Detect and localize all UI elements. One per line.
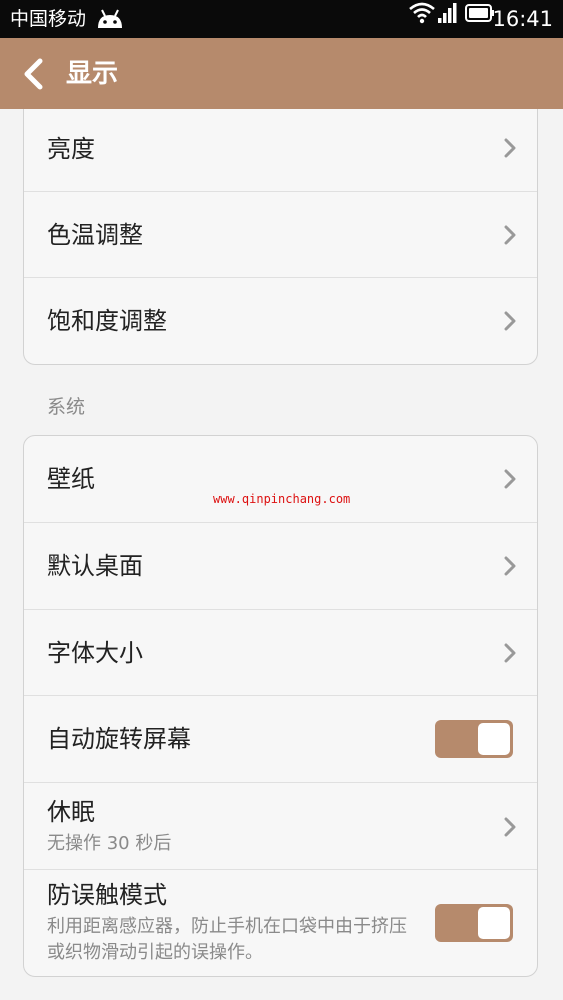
settings-item-label: 字体大小 xyxy=(47,639,143,667)
settings-item-auto-rotate: 自动旋转屏幕 xyxy=(24,695,537,782)
settings-item-label: 自动旋转屏幕 xyxy=(47,725,191,753)
chevron-right-icon xyxy=(504,556,516,576)
settings-item-color-temperature[interactable]: 色温调整 xyxy=(24,191,537,277)
settings-item-label: 休眠 xyxy=(47,798,95,826)
toggle-knob xyxy=(478,723,510,755)
display-settings-group: 亮度 色温调整 饱和度调整 xyxy=(23,109,538,365)
android-icon xyxy=(98,9,122,28)
signal-icon xyxy=(438,3,457,23)
settings-item-subtitle: 无操作 30 秒后 xyxy=(47,833,172,854)
chevron-right-icon xyxy=(504,138,516,158)
settings-item-subtitle: 利用距离感应器，防止手机在口袋中由于挤压或织物滑动引起的误操作。 xyxy=(47,916,407,963)
chevron-right-icon xyxy=(504,311,516,331)
toggle-knob xyxy=(478,907,510,939)
chevron-right-icon xyxy=(504,817,516,837)
back-arrow-icon[interactable] xyxy=(20,58,46,90)
settings-item-label: 色温调整 xyxy=(47,221,143,249)
settings-item-anti-mistouch: 防误触模式 利用距离感应器，防止手机在口袋中由于挤压或织物滑动引起的误操作。 xyxy=(24,869,537,976)
settings-item-label: 亮度 xyxy=(47,135,95,163)
status-bar: 中国移动 16:41 xyxy=(0,0,563,38)
settings-item-saturation[interactable]: 饱和度调整 xyxy=(24,277,537,363)
section-header-system: 系统 xyxy=(47,396,86,418)
wifi-icon xyxy=(409,2,435,24)
anti-mistouch-toggle[interactable] xyxy=(435,904,513,942)
settings-item-label: 默认桌面 xyxy=(47,552,143,580)
chevron-right-icon xyxy=(504,469,516,489)
auto-rotate-toggle[interactable] xyxy=(435,720,513,758)
carrier-name: 中国移动 xyxy=(10,8,87,30)
settings-item-font-size[interactable]: 字体大小 xyxy=(24,609,537,695)
settings-item-label: 饱和度调整 xyxy=(47,307,167,335)
chevron-right-icon xyxy=(504,643,516,663)
clock: 16:41 xyxy=(492,7,553,31)
settings-item-label: 防误触模式 xyxy=(47,881,167,909)
settings-item-brightness[interactable]: 亮度 xyxy=(24,109,537,191)
settings-item-sleep[interactable]: 休眠 无操作 30 秒后 xyxy=(24,782,537,869)
page-title: 显示 xyxy=(66,59,119,89)
battery-icon xyxy=(465,4,494,22)
watermark-text: www.qinpinchang.com xyxy=(213,492,351,506)
settings-item-wallpaper[interactable]: 壁纸 xyxy=(24,436,537,522)
app-bar: 显示 xyxy=(0,38,563,109)
system-settings-group: 壁纸 默认桌面 字体大小 自动旋转屏幕 休眠 无操作 30 秒后 防误触模式 利… xyxy=(23,435,538,977)
chevron-right-icon xyxy=(504,225,516,245)
settings-item-default-launcher[interactable]: 默认桌面 xyxy=(24,522,537,609)
settings-item-label: 壁纸 xyxy=(47,465,95,493)
